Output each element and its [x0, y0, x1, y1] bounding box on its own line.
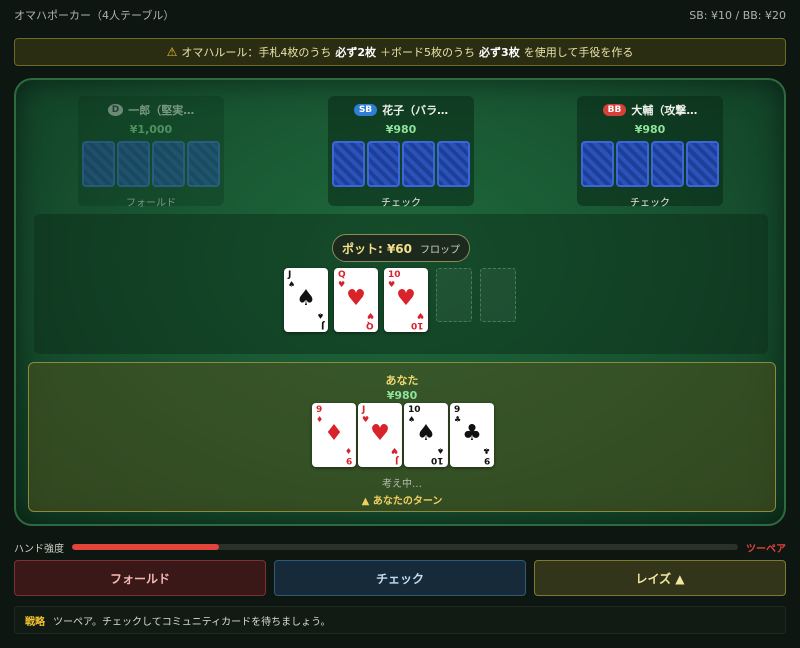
- card-back: [367, 141, 400, 187]
- hero-card-1: 9 ♦ ♦ ♦ 9: [312, 403, 356, 467]
- card-back: [402, 141, 435, 187]
- strength-label: ハンド強度: [14, 543, 64, 555]
- hero-stack: ¥980: [386, 389, 418, 402]
- hero-card-4: 9 ♣ ♣ ♣ 9: [450, 403, 494, 467]
- card-back: [651, 141, 684, 187]
- opponent-stack: ¥980: [634, 123, 666, 136]
- strength-value: ツーペア: [746, 543, 786, 555]
- opponent-name: 花子（バラ…: [382, 104, 449, 117]
- blinds-info: SB: ¥10 / BB: ¥20: [689, 8, 786, 22]
- dealer-badge: D: [107, 104, 124, 116]
- turn-indicator: ▲ あなたのターン: [361, 496, 443, 507]
- seat-opponent-1: D 一郎（堅実… ¥1,000 フォールド: [78, 96, 224, 209]
- empty-turn-slot: [436, 268, 472, 322]
- strength-meter: [72, 544, 738, 550]
- card-back: [616, 141, 649, 187]
- rule-must-two: 必ず2枚: [335, 46, 377, 59]
- empty-river-slot: [480, 268, 516, 322]
- card-back: [686, 141, 719, 187]
- check-button[interactable]: チェック: [274, 560, 526, 596]
- strength-meter-fill: [72, 544, 219, 550]
- rule-suffix: を使用して手役を作る: [523, 46, 634, 59]
- board-card-2: Q ♥ ♥ ♥ Q: [334, 268, 378, 332]
- hero-card-2: J ♥ ♥ ♥ J: [358, 403, 402, 467]
- big-blind-badge: BB: [602, 104, 627, 116]
- opponent-name: 一郎（堅実…: [128, 104, 195, 117]
- pot-amount: ポット: ¥60: [341, 241, 413, 256]
- hero-status: 考え中…: [382, 479, 422, 490]
- warning-icon: ⚠: [166, 45, 178, 59]
- small-blind-badge: SB: [353, 104, 378, 116]
- opponent-stack: ¥980: [385, 123, 417, 136]
- fold-button[interactable]: フォールド: [14, 560, 266, 596]
- rule-banner: ⚠ オマハルール：手札4枚のうち 必ず2枚 ＋ボード5枚のうち 必ず3枚 を使用して手役…: [14, 38, 786, 66]
- street-label: フロップ: [420, 244, 461, 256]
- rule-middle: ＋ボード5枚のうち: [380, 46, 476, 59]
- hidden-hand: [82, 141, 220, 187]
- opponent-action: フォールド: [126, 198, 176, 209]
- rule-prefix: オマハルール：手札4枚のうち: [181, 46, 332, 59]
- hero-card-3: 10 ♠ ♠ ♠ 10: [404, 403, 448, 467]
- hero-seat: あなた ¥980 9 ♦ ♦ ♦ 9 J ♥ ♥ ♥ J 10 ♠ ♠ ♠ 10…: [28, 362, 776, 512]
- opponent-name: 大輔（攻撃…: [631, 104, 698, 117]
- opponent-action: チェック: [630, 198, 670, 209]
- game-title: オマハポーカー（4人テーブル）: [14, 9, 175, 22]
- card-back: [152, 141, 185, 187]
- poker-table: D 一郎（堅実… ¥1,000 フォールド SB 花子（バラ… ¥980 チェッ…: [14, 78, 786, 526]
- seat-opponent-2: SB 花子（バラ… ¥980 チェック: [328, 96, 474, 209]
- card-back: [187, 141, 220, 187]
- hidden-hand: [581, 141, 719, 187]
- hidden-hand: [332, 141, 470, 187]
- action-bar: フォールド チェック レイズ ▲: [14, 560, 786, 596]
- rule-must-three: 必ず3枚: [479, 46, 520, 59]
- card-back: [117, 141, 150, 187]
- card-back: [332, 141, 365, 187]
- header: オマハポーカー（4人テーブル） SB: ¥10 / BB: ¥20: [0, 0, 800, 30]
- opponent-action: チェック: [381, 198, 421, 209]
- hand-strength: ハンド強度 ツーペア: [14, 540, 786, 555]
- card-back: [437, 141, 470, 187]
- seat-opponent-3: BB 大輔（攻撃… ¥980 チェック: [577, 96, 723, 209]
- pot-display: ポット: ¥60 フロップ: [332, 234, 470, 262]
- hero-name: あなた: [385, 374, 419, 387]
- strategy-text: ツーペア。チェックしてコミュニティカードを待ちましょう。: [53, 616, 331, 628]
- opponent-stack: ¥1,000: [129, 123, 173, 136]
- card-back: [82, 141, 115, 187]
- board-area: ポット: ¥60 フロップ J ♠ ♠ ♠ J Q ♥ ♥ ♥ Q 10 ♥ ♥…: [34, 214, 768, 354]
- board-card-3: 10 ♥ ♥ ♥ 10: [384, 268, 428, 332]
- raise-button[interactable]: レイズ ▲: [534, 560, 786, 596]
- card-back: [581, 141, 614, 187]
- strategy-tip: 戦略 ツーペア。チェックしてコミュニティカードを待ちましょう。: [14, 606, 786, 634]
- strategy-tag: 戦略: [25, 616, 45, 628]
- board-card-1: J ♠ ♠ ♠ J: [284, 268, 328, 332]
